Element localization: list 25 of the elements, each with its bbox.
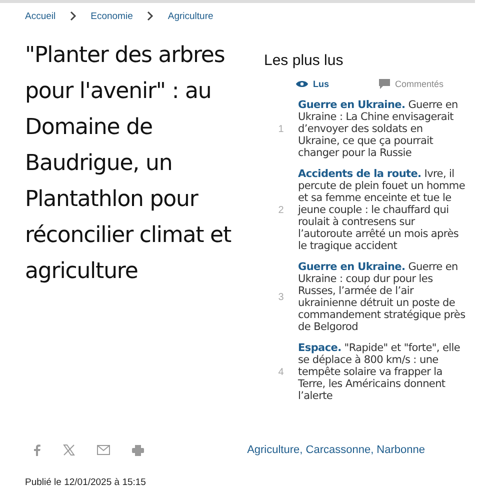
article-title: "Planter des arbres pour l'avenir" : au Domaine de Baudrigue, un Plantathlon pour réconcilier climat et agriculture: [25, 42, 232, 286]
x-icon[interactable]: [63, 444, 75, 456]
tab[interactable]: Lus: [296, 79, 330, 89]
article-link[interactable]: Guerre en Ukraine. Guerre en Ukraine : coup dur pour les Russes, l’armée de l’air ukrainienne détruit un poste de commandement stratégique près de Belgorod: [298, 261, 466, 333]
facebook-icon[interactable]: [33, 444, 41, 456]
rank-number: 2: [277, 204, 285, 216]
comment-icon: [379, 79, 390, 89]
article-link[interactable]: Accidents de la route. Ivre, il percute de plein fouet un homme et sa femme enceinte et tue le jeune couple : le chauffard qui roulait à contresens sur l’autoroute arrêté un mois après le tragique accident: [298, 168, 466, 252]
article-link[interactable]: Espace. "Rapide" et "forte", elle se déplace à 800 km/s : une tempête solaire va frapper la Terre, les Américains donnent l’alerte: [298, 342, 466, 402]
rank-number: 1: [277, 124, 285, 134]
printer-icon[interactable]: [132, 444, 144, 456]
chevron-icon: [146, 11, 154, 21]
tab[interactable]: Commentés: [379, 79, 444, 89]
eye-icon: [296, 80, 308, 88]
publication-date: Publié le 12/01/2025 à 15:15: [25, 477, 146, 488]
breadcrumb-link[interactable]: Accueil: [25, 10, 56, 22]
section-heading: Les plus lus: [264, 52, 344, 69]
rank-number: 4: [277, 366, 285, 378]
breadcrumb-link[interactable]: Agriculture: [168, 10, 214, 22]
breadcrumb-link[interactable]: Economie: [90, 10, 133, 22]
article-link[interactable]: Guerre en Ukraine. Guerre en Ukraine : La Chine envisagerait d’envoyer des soldats en Ukraine, ce que ça pourrait changer pour la Russie: [298, 99, 466, 159]
chevron-icon: [70, 11, 77, 21]
rank-number: 3: [277, 292, 285, 302]
tag-links[interactable]: Agriculture, Carcassonne, Narbonne: [247, 444, 425, 456]
mail-icon[interactable]: [97, 445, 110, 455]
